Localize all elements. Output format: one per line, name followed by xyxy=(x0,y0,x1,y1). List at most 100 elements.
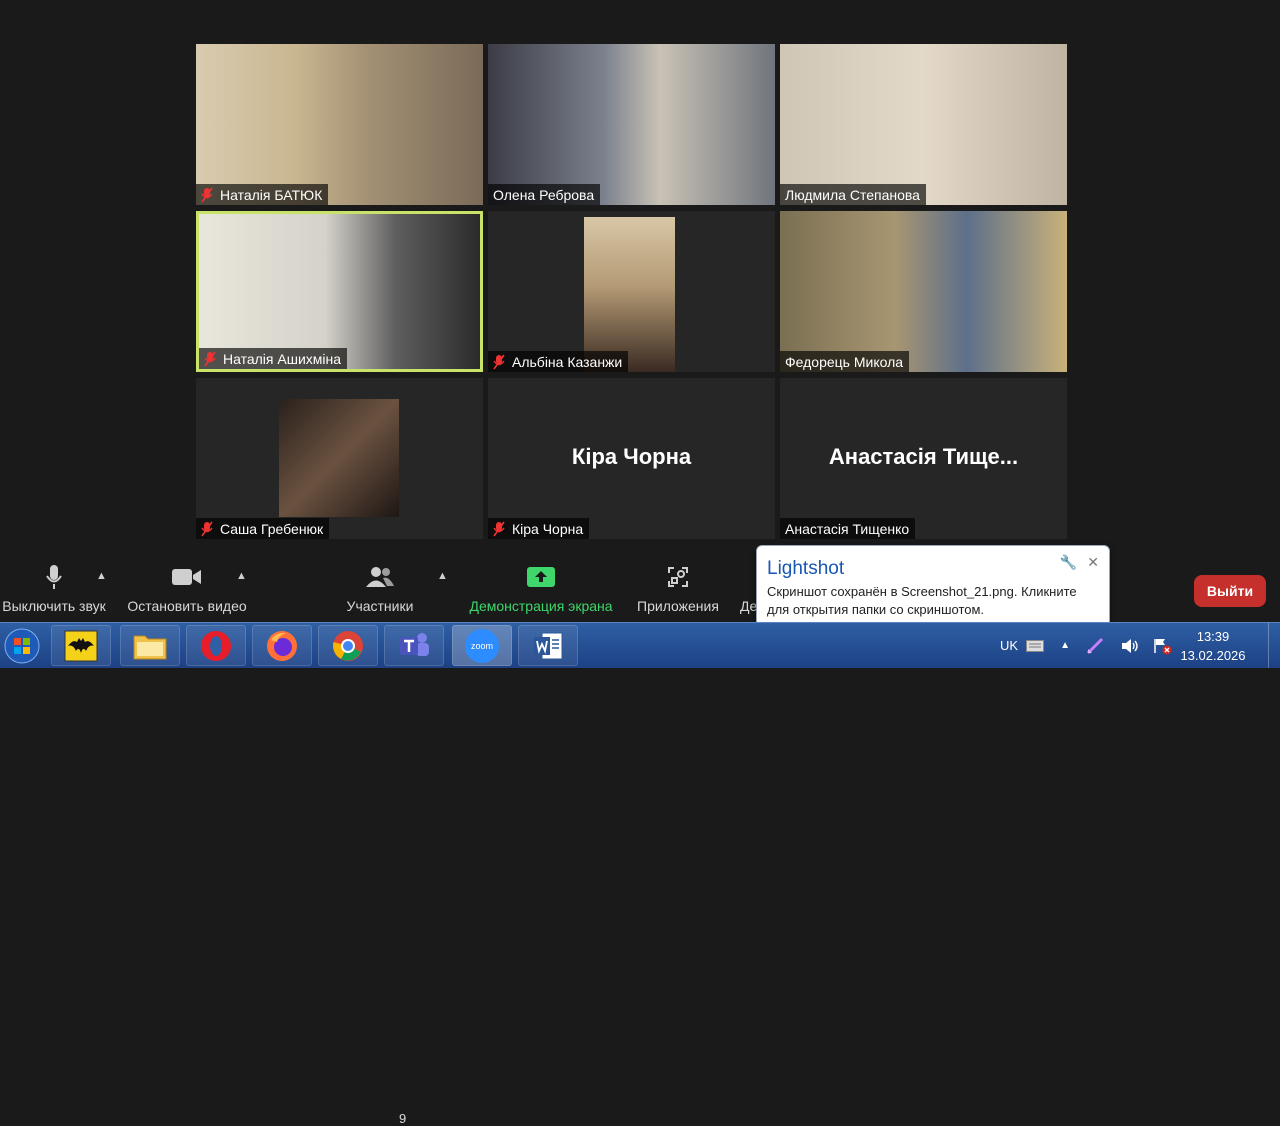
participant-nameplate: Анастасія Тищенко xyxy=(780,518,916,539)
mic-muted-icon xyxy=(493,521,505,536)
start-button[interactable] xyxy=(0,625,44,666)
share-screen-label: Демонстрация экрана xyxy=(469,598,613,614)
participant-nameplate: Наталія Ашихміна xyxy=(199,348,348,369)
system-tray: UK ▲ xyxy=(1000,623,1172,668)
taskbar-opera[interactable] xyxy=(186,625,246,666)
windows-logo-icon xyxy=(4,628,40,663)
apps-button[interactable]: Приложения xyxy=(632,564,724,614)
participant-display-name: Анастасія Тище... xyxy=(828,444,1019,469)
participant-nameplate: Федорець Микола xyxy=(780,351,910,372)
gallery-grid: Наталія БАТЮК Олена Реброва Людмила Степ… xyxy=(196,44,1068,542)
participant-nameplate: Альбіна Казанжи xyxy=(488,351,629,372)
network-warning-icon[interactable] xyxy=(1152,637,1172,655)
leave-button[interactable]: Выйти xyxy=(1194,575,1266,607)
share-screen-icon xyxy=(527,567,555,587)
share-screen-button[interactable]: Демонстрация экрана xyxy=(466,564,616,614)
language-indicator[interactable]: UK xyxy=(1000,638,1018,653)
opera-icon xyxy=(201,630,231,661)
taskbar-word[interactable] xyxy=(518,625,578,666)
taskbar-batman-app[interactable] xyxy=(51,625,111,666)
notification-body: Скриншот сохранён в Screenshot_21.png. К… xyxy=(767,584,1077,617)
microphone-icon xyxy=(46,565,62,589)
participants-count: 9 xyxy=(399,1111,407,1126)
participant-tile[interactable]: Людмила Степанова xyxy=(780,44,1067,205)
participants-button[interactable]: Участники xyxy=(340,564,420,614)
participants-icon xyxy=(366,567,394,587)
mic-muted-icon xyxy=(493,354,505,369)
participant-nameplate: Кіра Чорна xyxy=(488,518,590,539)
participant-tile-active-speaker[interactable]: Наталія Ашихміна xyxy=(196,211,483,372)
close-icon[interactable]: ✕ xyxy=(1087,554,1099,571)
taskbar-teams[interactable] xyxy=(384,625,444,666)
keyboard-icon[interactable] xyxy=(1026,639,1045,652)
taskbar-firefox[interactable] xyxy=(252,625,312,666)
speaker-icon[interactable] xyxy=(1120,637,1140,655)
taskbar-file-explorer[interactable] xyxy=(120,625,180,666)
batman-icon xyxy=(64,630,98,661)
participant-display-name: Кіра Чорна xyxy=(571,444,692,469)
participant-name: Федорець Микола xyxy=(785,353,904,370)
chrome-icon xyxy=(333,630,363,661)
participant-tile[interactable]: Кіра Чорна Кіра Чорна xyxy=(488,378,775,539)
participant-nameplate: Наталія БАТЮК xyxy=(196,184,329,205)
participant-video xyxy=(584,217,675,372)
participant-nameplate: Саша Гребенюк xyxy=(196,518,330,539)
lightshot-tray-icon[interactable] xyxy=(1086,637,1104,655)
mute-button[interactable]: Выключить звук xyxy=(0,564,108,614)
participant-name: Людмила Степанова xyxy=(785,186,920,203)
wrench-icon[interactable]: 🔧 xyxy=(1060,554,1077,571)
participant-tile[interactable]: Олена Реброва xyxy=(488,44,775,205)
taskbar-zoom[interactable]: zoom xyxy=(452,625,512,666)
video-camera-icon xyxy=(172,569,201,585)
zoom-icon-label: zoom xyxy=(470,640,493,651)
show-desktop-button[interactable] xyxy=(1268,623,1280,668)
participant-name: Наталія БАТЮК xyxy=(220,186,323,203)
participant-name: Наталія Ашихміна xyxy=(223,350,342,367)
participant-video xyxy=(780,44,1067,205)
participant-tile[interactable]: Федорець Микола xyxy=(780,211,1067,372)
taskbar-chrome[interactable] xyxy=(318,625,378,666)
participant-name: Олена Реброва xyxy=(493,186,595,203)
lightshot-notification[interactable]: Lightshot 🔧 ✕ Скриншот сохранён в Screen… xyxy=(756,545,1110,627)
participant-name: Саша Гребенюк xyxy=(220,520,324,537)
zoom-icon: zoom xyxy=(465,628,499,663)
participant-nameplate: Олена Реброва xyxy=(488,184,601,205)
mic-muted-icon xyxy=(204,351,216,366)
firefox-icon xyxy=(267,630,297,661)
chevron-up-icon[interactable]: ▲ xyxy=(236,570,247,582)
participant-tile[interactable]: Альбіна Казанжи xyxy=(488,211,775,372)
apps-icon xyxy=(668,567,688,587)
clock-time: 13:39 xyxy=(1196,629,1230,644)
participant-name: Кіра Чорна xyxy=(512,520,584,537)
more-label: Де xyxy=(740,598,758,614)
participant-video xyxy=(196,44,483,205)
notification-title: Lightshot xyxy=(767,558,845,579)
taskbar-clock[interactable]: 13:39 13.02.2026 xyxy=(1180,627,1246,665)
mic-muted-icon xyxy=(201,521,213,536)
participant-tile[interactable]: Анастасія Тище... Анастасія Тищенко xyxy=(780,378,1067,539)
participant-tile[interactable]: Саша Гребенюк xyxy=(196,378,483,539)
chevron-up-icon[interactable]: ▲ xyxy=(96,570,107,582)
participant-video xyxy=(199,214,480,369)
stop-video-label: Остановить видео xyxy=(127,598,247,614)
participant-tile[interactable]: Наталія БАТЮК xyxy=(196,44,483,205)
participant-video xyxy=(279,399,399,517)
mute-label: Выключить звук xyxy=(2,598,106,614)
participant-name: Анастасія Тищенко xyxy=(785,520,910,537)
apps-label: Приложения xyxy=(637,598,719,614)
windows-taskbar: zoom UK ▲ 13:39 13.02.2026 xyxy=(0,622,1280,668)
folder-icon xyxy=(133,635,167,659)
meeting-area: Наталія БАТЮК Олена Реброва Людмила Степ… xyxy=(0,0,1280,540)
teams-icon xyxy=(400,632,429,656)
participant-video xyxy=(488,44,775,205)
chevron-up-icon[interactable]: ▲ xyxy=(437,570,448,582)
tray-expand-icon[interactable]: ▲ xyxy=(1060,640,1070,651)
stop-video-button[interactable]: Остановить видео xyxy=(126,564,248,614)
word-icon xyxy=(534,632,563,659)
mic-muted-icon xyxy=(201,187,213,202)
participant-name: Альбіна Казанжи xyxy=(512,353,623,370)
participant-video xyxy=(780,211,1067,372)
participants-label: Участники xyxy=(346,598,414,614)
clock-date: 13.02.2026 xyxy=(1180,648,1246,663)
participant-nameplate: Людмила Степанова xyxy=(780,184,926,205)
